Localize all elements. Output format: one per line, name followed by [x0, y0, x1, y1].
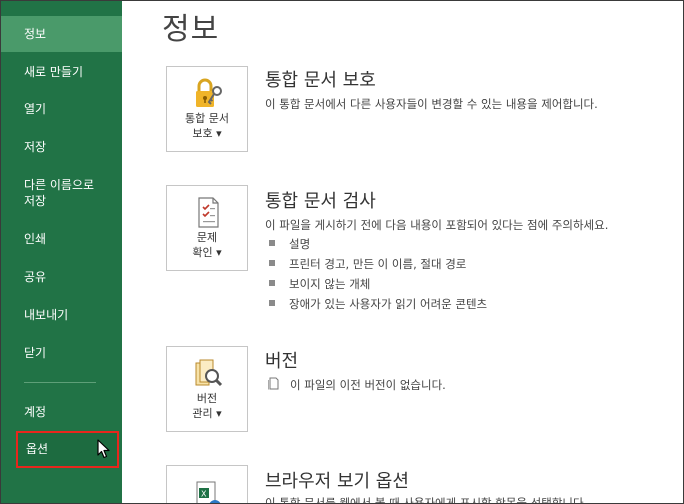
chevron-down-icon: ▾	[216, 127, 222, 140]
inspect-document-icon	[198, 197, 219, 228]
versions-section-desc: 이 파일의 이전 버전이 없습니다.	[290, 378, 446, 392]
inspect-bullet: 보이지 않는 개체	[289, 277, 371, 291]
nav-print-label: 인쇄	[24, 232, 47, 246]
manage-versions-button[interactable]: 버전 관리 ▾	[166, 346, 248, 432]
inspect-tile-label-line2: 확인 ▾	[192, 246, 222, 259]
bullet-icon	[269, 240, 275, 246]
nav-info[interactable]: 정보	[1, 16, 122, 52]
nav-save-as-label-line2: 저장	[24, 194, 47, 208]
protect-tile-label-line2: 보호 ▾	[192, 127, 222, 140]
versions-tile-label-line1: 버전	[196, 392, 218, 405]
protect-section-title: 통합 문서 보호	[265, 70, 376, 91]
nav-info-label: 정보	[24, 27, 47, 41]
nav-open[interactable]: 열기	[1, 101, 122, 117]
versions-section-title: 버전	[265, 351, 299, 372]
inspect-bullet: 설명	[289, 237, 311, 251]
nav-divider	[24, 382, 96, 383]
chevron-down-icon: ▾	[216, 407, 222, 420]
nav-save-as[interactable]: 다른 이름으로 저장	[1, 177, 122, 209]
check-for-issues-button[interactable]: 문제 확인 ▾	[166, 185, 248, 271]
browser-section-title: 브라우저 보기 옵션	[265, 471, 409, 492]
backstage-window: 정보 새로 만들기 열기 저장 다른 이름으로 저장 인쇄 공유 내보내기 닫기…	[0, 0, 684, 504]
backstage-main: 정보 통합 문서 보호 ▾ 통합 문서 보호 이 통합 문서에서 다른 사용자들…	[122, 1, 683, 504]
nav-account-label: 계정	[24, 405, 47, 419]
nav-account[interactable]: 계정	[1, 404, 122, 420]
version-magnifier-icon	[195, 359, 223, 387]
inspect-section-desc: 이 파일을 게시하기 전에 다음 내용이 포함되어 있다는 점에 주의하세요.	[265, 218, 609, 232]
excel-globe-icon: X	[196, 481, 221, 503]
nav-open-label: 열기	[24, 102, 47, 116]
nav-share-label: 공유	[24, 270, 47, 284]
versions-tile-label-line2: 관리 ▾	[192, 407, 222, 420]
page-title: 정보	[162, 12, 220, 47]
nav-save-as-label-line1: 다른 이름으로	[24, 178, 95, 192]
inspect-bullet: 장애가 있는 사용자가 읽기 어려운 콘텐츠	[289, 297, 488, 311]
bullet-icon	[269, 280, 275, 286]
inspect-bullet: 프린터 경고, 만든 이 이름, 절대 경로	[289, 257, 467, 271]
inspect-tile-label-line1: 문제	[196, 231, 218, 244]
nav-save-label: 저장	[24, 140, 47, 154]
document-icon	[268, 377, 279, 390]
browser-view-options-button[interactable]: X	[166, 465, 248, 503]
lock-key-icon	[196, 78, 222, 107]
mouse-cursor-icon	[97, 439, 110, 459]
nav-new-label: 새로 만들기	[24, 65, 84, 79]
chevron-down-icon: ▾	[216, 246, 222, 259]
backstage-sidebar: 정보 새로 만들기 열기 저장 다른 이름으로 저장 인쇄 공유 내보내기 닫기…	[1, 1, 122, 503]
nav-export-label: 내보내기	[24, 308, 69, 322]
browser-section-desc: 이 통합 문서를 웹에서 볼 때 사용자에게 표시할 항목을 선택합니다.	[265, 496, 588, 504]
nav-print[interactable]: 인쇄	[1, 231, 122, 247]
protect-tile-label-line1: 통합 문서	[185, 112, 229, 125]
nav-save[interactable]: 저장	[1, 139, 122, 155]
nav-new[interactable]: 새로 만들기	[1, 64, 122, 80]
inspect-section-title: 통합 문서 검사	[265, 191, 376, 212]
protect-section-desc: 이 통합 문서에서 다른 사용자들이 변경할 수 있는 내용을 제어합니다.	[265, 97, 598, 111]
protect-workbook-button[interactable]: 통합 문서 보호 ▾	[166, 66, 248, 152]
bullet-icon	[269, 260, 275, 266]
nav-options-label: 옵션	[26, 442, 49, 456]
nav-share[interactable]: 공유	[1, 269, 122, 285]
bullet-icon	[269, 300, 275, 306]
nav-export[interactable]: 내보내기	[1, 307, 122, 323]
svg-text:X: X	[201, 490, 207, 499]
nav-close[interactable]: 닫기	[1, 345, 122, 361]
nav-close-label: 닫기	[24, 346, 47, 360]
